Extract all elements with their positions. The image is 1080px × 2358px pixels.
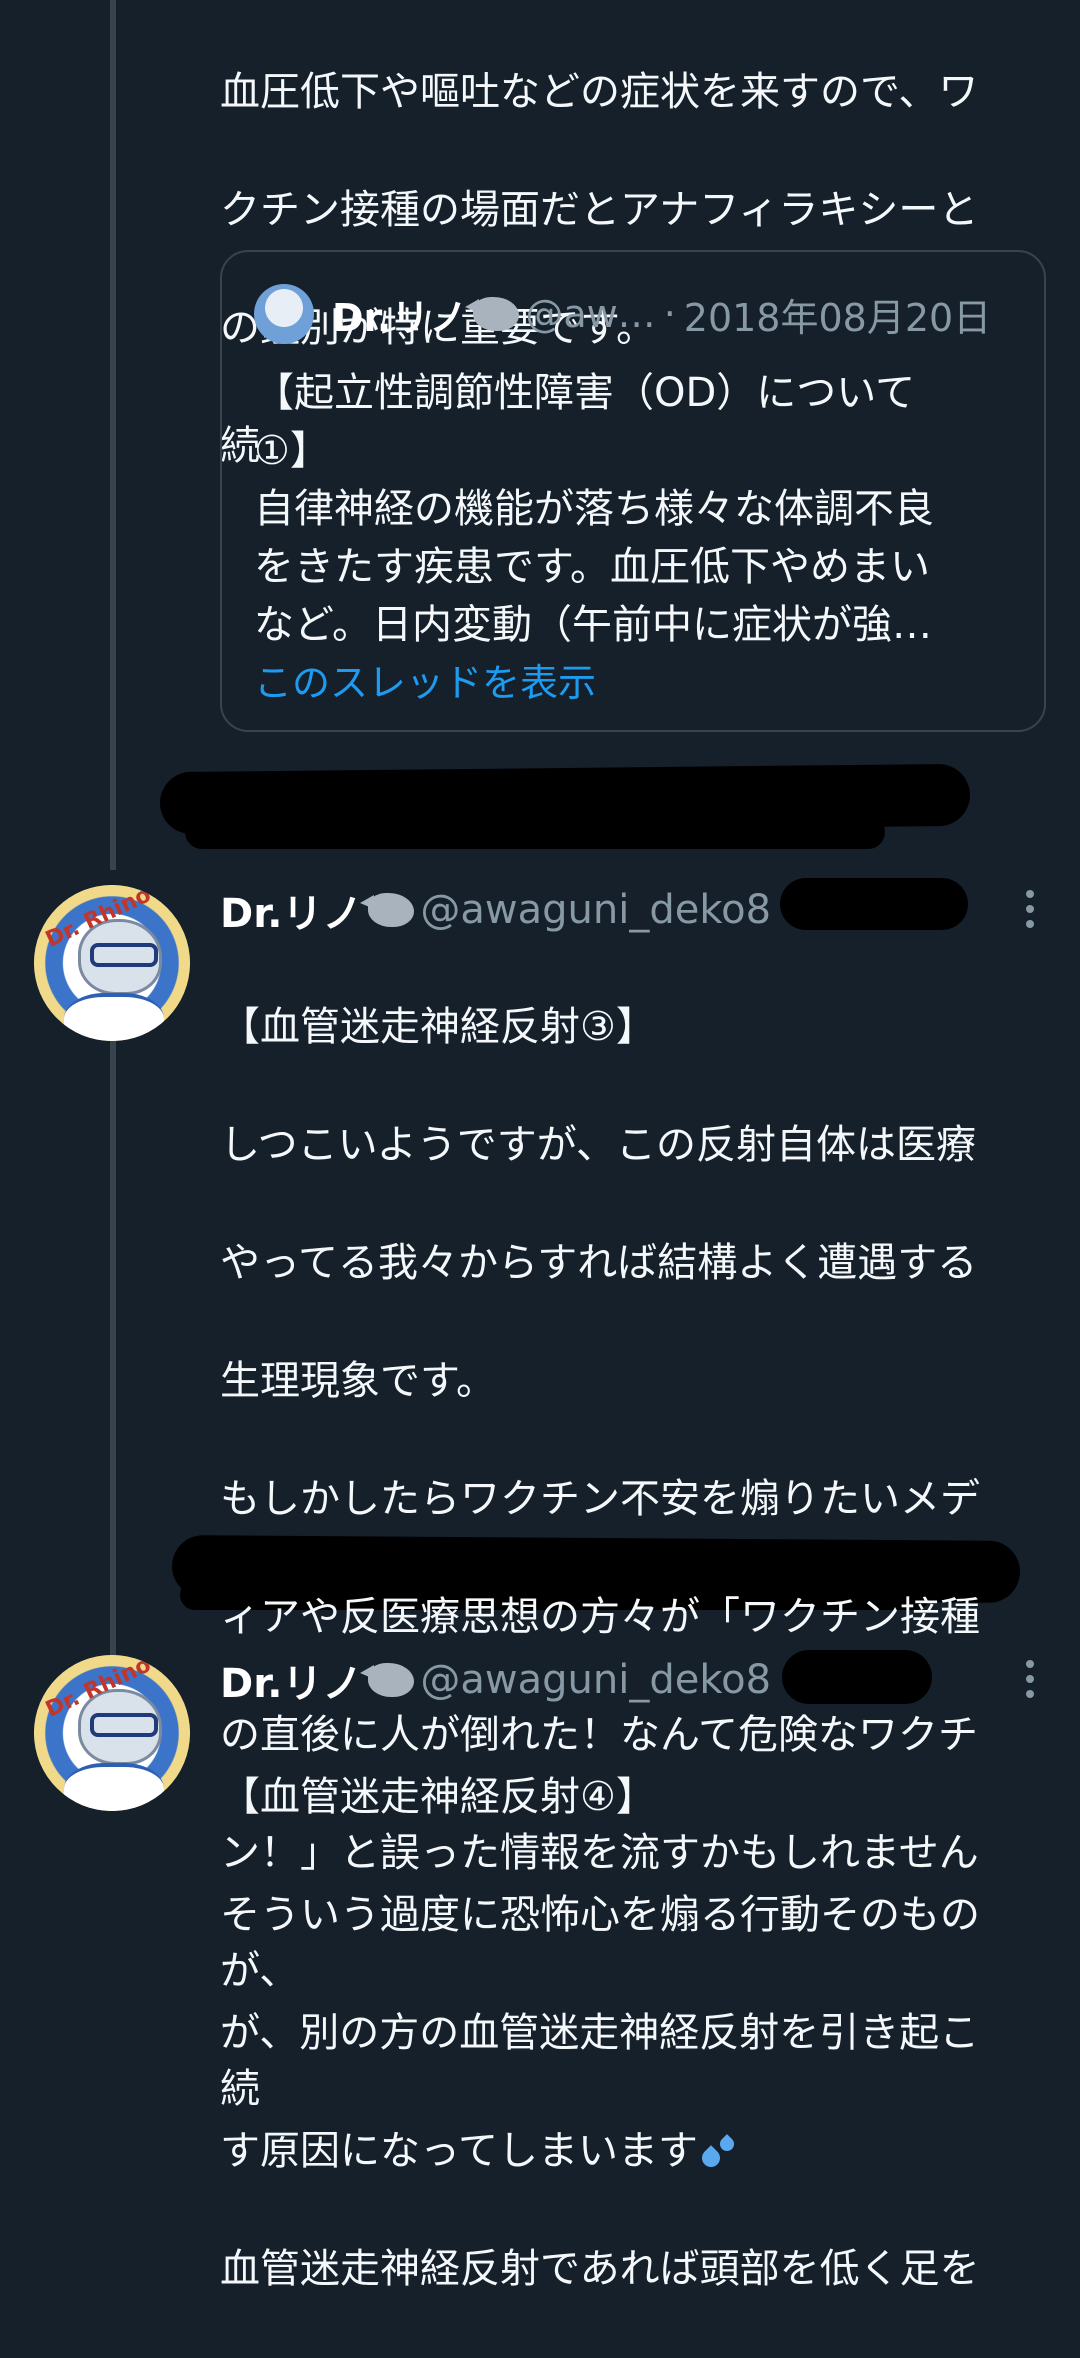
redaction-mark [780, 878, 968, 930]
quote-line: 自律神経の機能が落ち様々な体調不良 [254, 486, 934, 532]
quoted-avatar[interactable] [254, 284, 314, 344]
tweet-line: 血管迷走神経反射であれば頭部を低く足を [220, 2246, 980, 2292]
separator-dot: · [663, 292, 676, 336]
quote-line: ①】 [254, 428, 330, 474]
quoted-author-handle[interactable]: @aw… [525, 292, 655, 336]
author-name[interactable]: Dr.リノ [220, 881, 362, 939]
tweet-line: もしかしたらワクチン不安を煽りたいメデ [220, 1476, 980, 1522]
tweet-line: 【血管迷走神経反射④】 [220, 1774, 656, 1820]
glasses-icon [90, 943, 158, 967]
tweet-line: す原因になってしまいます [220, 2128, 698, 2174]
quoted-tweet-header: Dr.リノ @aw… · 2018年08月20日 [254, 282, 991, 346]
rhino-emoji-icon [360, 1663, 415, 1697]
tweet-line: 血圧低下や嘔吐などの症状を来すので、ワ [220, 69, 979, 115]
quoted-tweet-body: 【起立性調節性障害（OD）について ①】 自律神経の機能が落ち様々な体調不良 を… [254, 364, 1024, 654]
tweet-line: が、別の方の血管迷走神経反射を引き起こ [220, 2010, 980, 2056]
rhino-emoji-icon [360, 893, 415, 927]
quote-line: 【起立性調節性障害（OD）について [254, 370, 916, 416]
sweat-droplets-icon [698, 2131, 738, 2175]
tweet-3-body: 【血管迷走神経反射④】 そういう過度に恐怖心を煽る行動そのもの が、別の方の血管… [220, 1709, 1050, 2358]
lab-coat-icon [64, 1763, 164, 1811]
rhino-emoji-icon [465, 297, 520, 331]
quoted-tweet-card[interactable]: Dr.リノ @aw… · 2018年08月20日 【起立性調節性障害（OD）につ… [220, 250, 1046, 732]
tweet-line: 【血管迷走神経反射③】 [220, 1004, 656, 1050]
thread-line [110, 0, 116, 870]
author-avatar[interactable]: Dr. Rhino [34, 1655, 190, 1811]
redaction-mark [185, 815, 885, 849]
tweet-line-with-emoji: す原因になってしまいます [220, 2122, 1050, 2181]
more-options-icon[interactable] [1026, 1660, 1036, 1698]
thread-line [110, 1035, 116, 1660]
author-name[interactable]: Dr.リノ [220, 1651, 362, 1709]
lab-coat-icon [64, 993, 164, 1041]
quote-line: をきたす疾患です。血圧低下やめまい [254, 544, 930, 590]
tweet-line: そういう過度に恐怖心を煽る行動そのもの [220, 1892, 980, 1938]
quote-line: など。日内変動（午前中に症状が強… [254, 602, 932, 648]
author-handle[interactable]: @awaguni_deko8 [420, 887, 771, 933]
glasses-icon [90, 1713, 158, 1737]
more-options-icon[interactable] [1026, 890, 1036, 928]
tweet-line: やってる我々からすれば結構よく遭遇する [220, 1240, 978, 1286]
tweet-line: ィアや反医療思想の方々が「ワクチン接種 [220, 1594, 980, 1640]
quoted-author-name[interactable]: Dr.リノ [332, 287, 467, 342]
tweet-line: しつこいようですが、この反射自体は医療 [220, 1122, 976, 1168]
quoted-date: 2018年08月20日 [683, 295, 992, 340]
tweet-line: 生理現象です。 [220, 1358, 496, 1404]
author-handle[interactable]: @awaguni_deko8 [420, 1657, 771, 1703]
redaction-mark [782, 1650, 932, 1704]
author-avatar[interactable]: Dr. Rhino [34, 885, 190, 1041]
tweet-line: クチン接種の場面だとアナフィラキシーと [220, 187, 979, 233]
show-thread-link[interactable]: このスレッドを表示 [254, 652, 596, 707]
